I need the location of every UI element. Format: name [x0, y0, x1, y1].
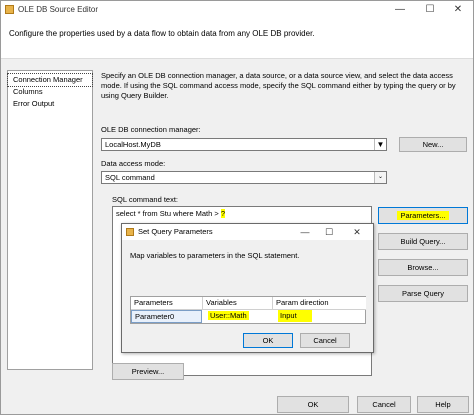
- data-access-mode-select[interactable]: SQL command ⌄: [101, 171, 387, 184]
- cancel-button[interactable]: Cancel: [357, 396, 411, 413]
- nav-item-columns[interactable]: Columns: [8, 86, 92, 98]
- dialog-ok-button[interactable]: OK: [243, 333, 293, 348]
- variable-value: User::Math: [208, 311, 249, 320]
- dialog-description: Map variables to parameters in the SQL s…: [130, 251, 300, 260]
- nav-item-connection-manager[interactable]: Connection Manager: [7, 73, 93, 87]
- parameter-name-cell[interactable]: Parameter0: [131, 310, 202, 323]
- preview-button[interactable]: Preview...: [112, 363, 184, 380]
- param-direction-cell[interactable]: Input: [275, 310, 365, 323]
- header-banner: Configure the properties used by a data …: [1, 19, 473, 59]
- connection-manager-select[interactable]: LocalHost.MyDB ▼: [101, 138, 387, 151]
- dialog-title-bar[interactable]: Set Query Parameters — ☐ ✕: [122, 224, 373, 240]
- sql-command-text: select * from Stu where Math > ?: [116, 209, 226, 218]
- nav-item-error-output[interactable]: Error Output: [8, 98, 92, 110]
- parse-query-button[interactable]: Parse Query: [378, 285, 468, 302]
- app-icon: [5, 5, 14, 14]
- data-access-mode-label: Data access mode:: [101, 159, 166, 168]
- column-header-variables: Variables: [203, 297, 273, 310]
- page-nav-list: Connection Manager Columns Error Output: [7, 70, 93, 370]
- ok-button[interactable]: OK: [277, 396, 349, 413]
- dialog-cancel-button[interactable]: Cancel: [300, 333, 350, 348]
- help-button[interactable]: Help: [417, 396, 469, 413]
- parameters-button[interactable]: Parameters...: [378, 207, 468, 224]
- column-header-parameters: Parameters: [131, 297, 203, 310]
- build-query-button[interactable]: Build Query...: [378, 233, 468, 250]
- maximize-icon[interactable]: ☐: [415, 2, 445, 18]
- window-title: OLE DB Source Editor: [18, 5, 99, 14]
- dialog-title: Set Query Parameters: [138, 227, 213, 236]
- data-access-mode-value: SQL command: [105, 173, 155, 182]
- minimize-icon[interactable]: —: [385, 2, 415, 18]
- sql-query-text: select * from Stu where Math >: [116, 209, 221, 218]
- title-bar[interactable]: OLE DB Source Editor — ☐ ✕: [1, 1, 473, 19]
- connection-manager-value: LocalHost.MyDB: [105, 140, 161, 149]
- grid-header-row: Parameters Variables Param direction: [131, 297, 366, 310]
- column-header-param-direction: Param direction: [273, 297, 366, 310]
- browse-button[interactable]: Browse...: [378, 259, 468, 276]
- dialog-maximize-icon[interactable]: ☐: [318, 224, 340, 240]
- sql-command-label: SQL command text:: [112, 195, 178, 204]
- page-description: Specify an OLE DB connection manager, a …: [101, 71, 456, 100]
- chevron-down-icon[interactable]: ▼: [374, 139, 386, 150]
- variable-cell[interactable]: User::Math: [205, 310, 271, 323]
- dialog-app-icon: [126, 228, 134, 236]
- table-row[interactable]: Parameter0 User::Math Input: [131, 310, 365, 323]
- connection-manager-label: OLE DB connection manager:: [101, 125, 201, 134]
- new-connection-button[interactable]: New...: [399, 137, 467, 152]
- ole-db-source-editor-window: OLE DB Source Editor — ☐ ✕ Configure the…: [0, 0, 474, 415]
- set-query-parameters-dialog: Set Query Parameters — ☐ ✕ Map variables…: [121, 223, 374, 353]
- sql-parameter-placeholder: ?: [220, 209, 226, 218]
- param-direction-value: Input: [278, 310, 312, 322]
- parameters-grid: Parameters Variables Param direction Par…: [130, 296, 366, 324]
- parameters-button-label: Parameters...: [397, 211, 449, 220]
- dialog-minimize-icon[interactable]: —: [294, 224, 316, 240]
- banner-text: Configure the properties used by a data …: [9, 29, 315, 38]
- close-icon[interactable]: ✕: [443, 2, 473, 18]
- dialog-close-icon[interactable]: ✕: [346, 224, 368, 240]
- chevron-down-icon[interactable]: ⌄: [374, 172, 386, 183]
